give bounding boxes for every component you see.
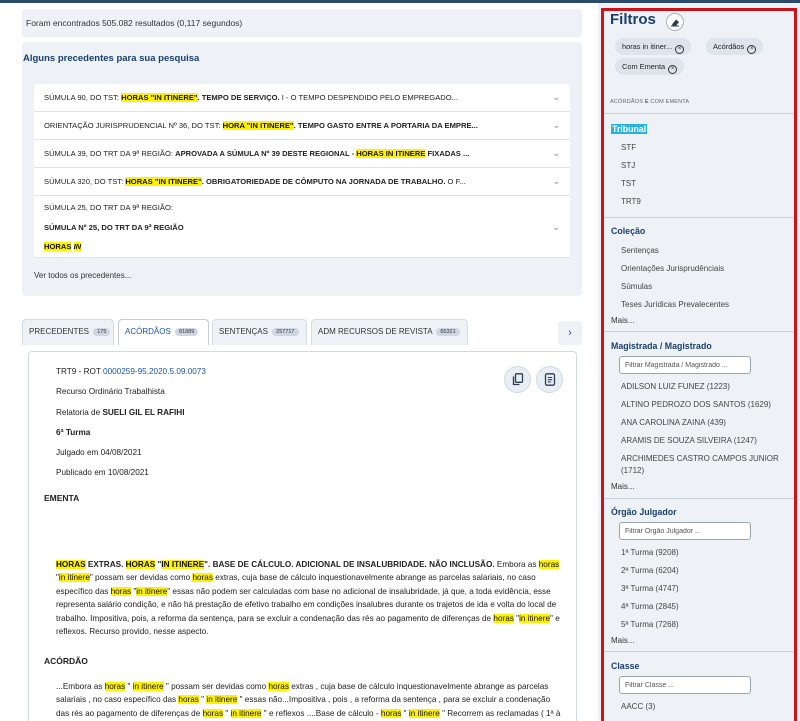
copy-button[interactable]: [504, 366, 531, 393]
more-orgao-link[interactable]: Mais...: [611, 636, 635, 645]
filter-option[interactable]: TST: [621, 179, 636, 188]
copy-icon: [512, 373, 523, 386]
eraser-icon: [671, 19, 679, 27]
filter-chip[interactable]: horas in itiner... ×: [615, 38, 692, 55]
filter-option[interactable]: Orientações Jurisprudênciais: [621, 264, 724, 273]
ementa-heading: EMENTA: [44, 493, 80, 503]
filter-option[interactable]: 3ª Turma (4747): [621, 584, 679, 593]
orgao-filter-input[interactable]: [619, 522, 751, 540]
results-panel: Foram encontrados 505.082 resultados (0,…: [0, 3, 598, 721]
chevron-down-icon[interactable]: ⌄: [552, 120, 560, 131]
filter-option[interactable]: ANA CAROLINA ZAINA (439): [621, 418, 726, 427]
clear-filters-button[interactable]: [666, 13, 684, 31]
filter-option[interactable]: STF: [621, 143, 636, 152]
precedent-item[interactable]: ORIENTAÇÃO JURISPRUDENCIAL Nº 36, DO TST…: [34, 112, 570, 140]
filter-option[interactable]: ADILSON LUIZ FUNEZ (1223): [621, 382, 730, 391]
classe-filter-input[interactable]: [619, 676, 751, 694]
filter-option[interactable]: 2ª Turma (6204): [621, 566, 679, 575]
see-all-precedents-link[interactable]: Ver todos os precedentes...: [34, 271, 131, 280]
chevron-down-icon[interactable]: ⌄: [552, 92, 560, 103]
tab-acordaos[interactable]: ACÓRDÃOS 81889: [118, 319, 209, 345]
filter-chip[interactable]: Acórdãos ×: [706, 38, 764, 55]
filter-option[interactable]: Súmulas: [621, 282, 652, 291]
precedent-item[interactable]: SÚMULA 90, DO TST: HORAS "IN ITINERE". T…: [34, 84, 570, 112]
tabs-next-button[interactable]: ›: [558, 321, 582, 345]
precedents-title: Alguns precedentes para sua pesquisa: [23, 53, 200, 64]
precedents-box: Alguns precedentes para sua pesquisa SÚM…: [22, 42, 582, 296]
acordao-text: ...Embora as horas " in itinere " possam…: [56, 682, 561, 718]
tab-sentencas[interactable]: SENTENÇAS 257717: [212, 319, 307, 345]
precedent-item[interactable]: SÚMULA 39, DO TRT DA 9ª REGIÃO: APROVADA…: [34, 140, 570, 168]
filter-option[interactable]: ARAMIS DE SOUZA SILVEIRA (1247): [621, 436, 757, 445]
results-count: Foram encontrados 505.082 resultados (0,…: [22, 9, 582, 37]
chevron-down-icon[interactable]: ⌄: [552, 222, 560, 233]
filter-option[interactable]: STJ: [621, 161, 635, 170]
filter-heading-colecao: Coleção: [611, 226, 646, 236]
precedents-list: SÚMULA 90, DO TST: HORAS "IN ITINERE". T…: [34, 84, 570, 258]
filter-heading-orgao: Órgão Julgador: [611, 507, 677, 517]
filter-heading-tribunal: Tribunal: [611, 124, 648, 134]
filter-option-count[interactable]: (1712): [621, 466, 644, 475]
document-button[interactable]: [536, 366, 563, 393]
magistrado-filter-input[interactable]: [619, 356, 751, 374]
filter-summary: ACÓRDÃOS E COM EMENTA: [610, 99, 690, 105]
ementa-text: HORAS EXTRAS. HORAS "IN ITINERE". BASE D…: [56, 560, 560, 637]
filters-panel: Filtros horas in itiner... × Acórdãos × Co…: [598, 3, 800, 721]
chevron-down-icon[interactable]: ⌄: [552, 148, 560, 159]
filter-option[interactable]: Teses Jurídicas Prevalecentes: [621, 300, 729, 309]
remove-chip-icon[interactable]: ×: [675, 45, 685, 54]
filter-option[interactable]: 5ª Turma (7268): [621, 620, 679, 629]
more-colecao-link[interactable]: Mais...: [611, 316, 635, 325]
filter-option[interactable]: TRT9: [621, 197, 641, 206]
document-icon: [544, 373, 555, 386]
chevron-down-icon[interactable]: ⌄: [552, 176, 560, 187]
filter-option[interactable]: ALTINO PEDROZO DOS SANTOS (1629): [621, 400, 771, 409]
filter-chip[interactable]: Com Ementa ×: [615, 58, 685, 75]
precedent-item[interactable]: SÚMULA 25, DO TRT DA 9ª REGIÃO: SÚMULA N…: [34, 196, 570, 258]
tab-precedentes[interactable]: PRECEDENTES 175: [22, 319, 114, 345]
filter-option[interactable]: 1ª Turma (9208): [621, 548, 679, 557]
filter-heading-classe: Classe: [611, 661, 640, 671]
remove-chip-icon[interactable]: ×: [668, 65, 678, 74]
precedent-item[interactable]: SÚMULA 320, DO TST: HORAS "IN ITINERE". …: [34, 168, 570, 196]
filter-option[interactable]: 4ª Turma (2845): [621, 602, 679, 611]
more-magistrado-link[interactable]: Mais...: [611, 482, 635, 491]
tab-adm-recursos[interactable]: ADM RECURSOS DE REVISTA 65321: [311, 319, 468, 345]
filter-option[interactable]: ARCHIMEDES CASTRO CAMPOS JUNIOR: [621, 454, 779, 463]
case-number-link[interactable]: 0000259-95.2020.5.09.0073: [103, 367, 206, 376]
chevron-right-icon: ›: [568, 327, 572, 339]
filter-option[interactable]: Sentenças: [621, 246, 659, 255]
filters-title: Filtros: [610, 11, 656, 28]
result-card: TRT9 - ROT 0000259-95.2020.5.09.0073 Rec…: [28, 351, 577, 721]
acordao-heading: ACÓRDÃO: [44, 656, 88, 666]
filter-heading-magistrado: Magistrada / Magistrado: [611, 341, 712, 351]
result-tabs: PRECEDENTES 175 ACÓRDÃOS 81889 SENTENÇAS…: [22, 319, 582, 345]
filter-option[interactable]: AACC (3): [621, 702, 655, 711]
remove-chip-icon[interactable]: ×: [747, 45, 757, 54]
